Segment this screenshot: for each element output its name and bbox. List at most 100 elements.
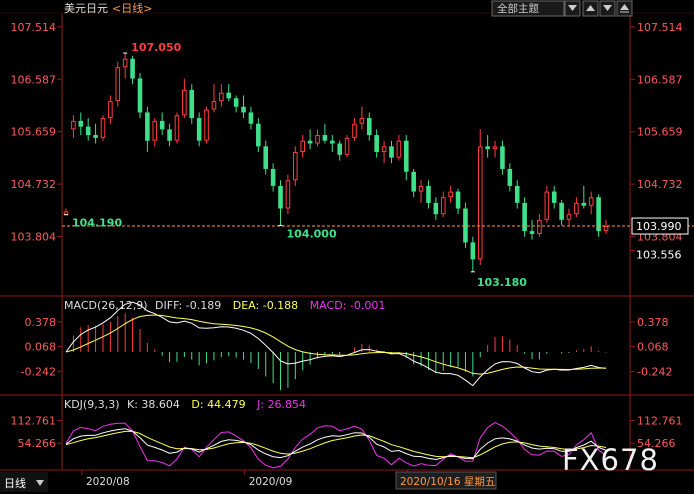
- candle-body: [396, 140, 402, 158]
- candle-body: [211, 101, 217, 110]
- candle-body: [529, 231, 535, 234]
- x-tick-label: 2020/08: [86, 476, 130, 488]
- period-button[interactable]: 日线: [0, 472, 48, 492]
- candle-body: [411, 171, 416, 192]
- macd-tick-label-left: -0.242: [21, 365, 56, 378]
- macd-params: MACD(26,12,9): [64, 299, 148, 312]
- cursor-date: 2020/10/16 星期五: [400, 476, 495, 488]
- candle-body: [588, 197, 594, 206]
- candle-body: [226, 92, 232, 99]
- candle-body: [137, 78, 143, 113]
- candle-body: [574, 202, 579, 215]
- candle-body: [315, 135, 320, 144]
- candle-body: [366, 118, 372, 136]
- period-label: <日线>: [112, 1, 152, 15]
- candle-body: [189, 89, 195, 119]
- candle-body: [500, 146, 505, 169]
- candle-body: [389, 146, 394, 158]
- candle-body: [174, 115, 180, 141]
- chart-canvas: 美元日元 <日线> 全部主题 107.514 107.514 106.587 106.…: [0, 0, 694, 492]
- candle-body: [463, 208, 468, 243]
- extreme-label: 103.180: [477, 276, 527, 289]
- candle-body: [248, 112, 254, 124]
- candle-body: [337, 143, 342, 155]
- candle-body: [152, 120, 158, 141]
- candle-body: [522, 202, 527, 232]
- kdj-params: KDJ(9,3,3): [64, 398, 120, 411]
- candle-body: [219, 92, 224, 102]
- macd-layer: [65, 301, 607, 391]
- candle-body: [603, 226, 609, 232]
- macd-diff-value: -0.189: [186, 299, 221, 312]
- candle-body: [537, 219, 542, 234]
- macd-dea-label: DEA:: [233, 299, 259, 312]
- price-tick-label-left: 105.659: [11, 126, 57, 139]
- theme-dropdown-arrow-button[interactable]: [564, 0, 581, 17]
- kdj-k-line: [65, 428, 607, 461]
- candle-body: [403, 140, 409, 172]
- candle-body: [270, 168, 276, 186]
- candle-body: [85, 126, 91, 136]
- extreme-label: 104.190: [72, 217, 122, 230]
- macd-tick-label-left: 0.378: [25, 316, 57, 329]
- scroll-up-button[interactable]: [582, 0, 599, 17]
- candle-body: [559, 202, 564, 220]
- candle-body: [566, 214, 572, 220]
- candle-body: [374, 135, 379, 152]
- candle-body: [322, 135, 328, 141]
- price-tick-label-right: 105.659: [637, 126, 683, 139]
- candle-body: [204, 109, 209, 141]
- kdj-tick-label-left: 112.761: [11, 415, 57, 428]
- macd-dea-value: -0.188: [263, 299, 298, 312]
- candle-body: [285, 180, 291, 209]
- candle-body: [263, 146, 269, 169]
- macd-tick-label-right: 0.378: [637, 316, 669, 329]
- kdj-j-label: J:: [256, 398, 264, 411]
- price-tick-label-left: 103.804: [11, 231, 57, 244]
- candle-body: [581, 202, 587, 206]
- candle-body: [344, 137, 350, 155]
- candle-body: [145, 112, 150, 141]
- current-price-label: 103.990: [636, 220, 682, 233]
- candle-body: [381, 146, 387, 152]
- price-tick-label-right: 106.587: [637, 73, 683, 86]
- candle-body: [159, 120, 165, 130]
- theme-dropdown-label: 全部主题: [497, 2, 539, 15]
- kdj-tick-label-left: 54.266: [18, 437, 57, 450]
- chart-window: 美元日元 <日线> 全部主题 107.514 107.514 106.587 106.…: [0, 0, 694, 494]
- extreme-label: 104.000: [287, 227, 337, 240]
- candle-body: [241, 106, 246, 113]
- candle-body: [507, 168, 513, 186]
- candle-body: [485, 146, 490, 150]
- scroll-down-button[interactable]: [599, 0, 616, 17]
- kdj-d-label: D:: [191, 398, 203, 411]
- candle-body: [100, 118, 106, 138]
- candle-body: [293, 152, 298, 181]
- period-button-label: 日线: [4, 476, 26, 490]
- candle-body: [492, 146, 498, 150]
- panel-toggle-button[interactable]: [616, 0, 633, 17]
- candle-body: [470, 242, 476, 260]
- candle-body: [71, 120, 76, 130]
- candle-body: [300, 140, 306, 152]
- kdj-legend: KDJ(9,3,3) K: 38.604 D: 44.479 J: 26.854: [64, 398, 306, 411]
- candle-body: [514, 185, 520, 203]
- theme-dropdown[interactable]: 全部主题: [491, 0, 565, 17]
- macd-tick-label-right: -0.242: [637, 365, 672, 378]
- candle-body: [78, 120, 84, 127]
- x-tick-label: 2020/09: [249, 476, 293, 488]
- macd-diff-label: DIFF:: [155, 299, 182, 312]
- candle-body: [108, 101, 113, 119]
- candle-body: [551, 191, 557, 203]
- candle-body: [256, 123, 261, 147]
- candle-body: [352, 123, 357, 138]
- price-tick-label-left: 107.514: [11, 21, 57, 34]
- candle-body: [182, 89, 187, 116]
- candle-body: [477, 146, 483, 260]
- kdj-j-value: 26.854: [268, 398, 307, 411]
- kdj-k-label: K:: [127, 398, 138, 411]
- candle-body: [63, 211, 69, 215]
- candle-body: [426, 185, 431, 203]
- kdj-tick-label-right: 112.761: [637, 415, 683, 428]
- candle-body: [233, 98, 239, 107]
